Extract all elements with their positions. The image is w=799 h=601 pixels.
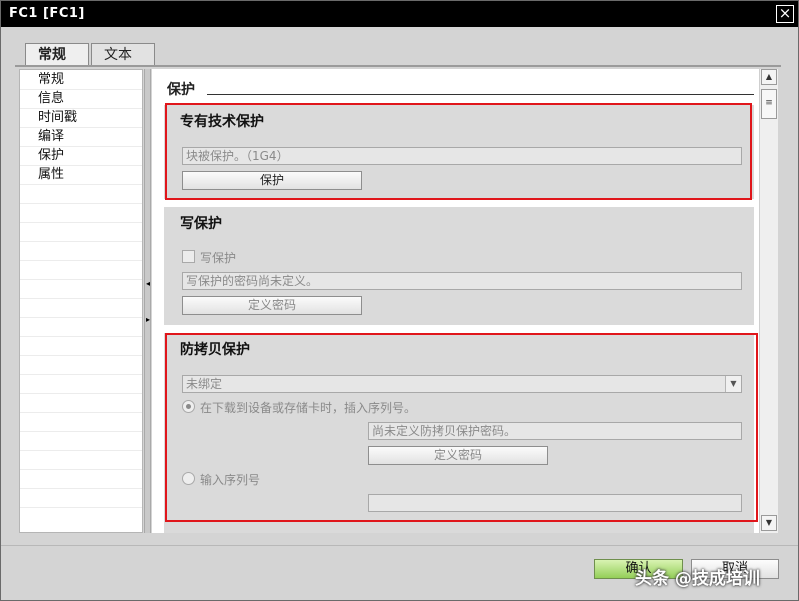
highlight-copy-protection [165, 333, 758, 522]
nav-item-info[interactable]: 信息 [38, 89, 64, 108]
window-title: FC1 [FC1] [9, 6, 85, 21]
nav-divider [20, 431, 142, 432]
nav-divider [20, 355, 142, 356]
nav-divider [20, 469, 142, 470]
nav-divider [20, 184, 142, 185]
nav-divider [20, 260, 142, 261]
write-protection-title: 写保护 [180, 216, 222, 232]
footer-divider [1, 545, 798, 546]
collapse-left-icon[interactable]: ◂ [146, 279, 150, 289]
nav-divider [20, 298, 142, 299]
vertical-scrollbar[interactable]: ▲ ≡ ▼ [759, 69, 778, 533]
highlight-know-how [165, 103, 752, 200]
chevron-up-icon[interactable]: ▲ [761, 69, 777, 85]
nav-divider [20, 241, 142, 242]
nav-divider [20, 279, 142, 280]
write-protect-checkbox-label: 写保护 [200, 251, 237, 265]
nav-divider [20, 488, 142, 489]
expand-right-icon[interactable]: ▸ [146, 315, 150, 325]
nav-divider [20, 222, 142, 223]
section-title: 保护 [167, 82, 195, 98]
nav-item-general[interactable]: 常规 [38, 70, 64, 89]
close-button[interactable]: × [776, 5, 794, 23]
nav-divider [20, 317, 142, 318]
tab-text[interactable]: 文本 [91, 43, 155, 67]
nav-divider [20, 336, 142, 337]
title-bar: FC1 [FC1] × [1, 1, 798, 27]
nav-divider [20, 374, 142, 375]
nav-divider [20, 450, 142, 451]
nav-panel: 常规 信息 时间戳 编译 保护 属性 [19, 69, 143, 533]
nav-divider [20, 507, 142, 508]
nav-item-timestamp[interactable]: 时间戳 [38, 108, 77, 127]
nav-item-compile[interactable]: 编译 [38, 127, 64, 146]
nav-divider [20, 203, 142, 204]
properties-dialog: FC1 [FC1] × 常规 文本 常规 信息 时间戳 编译 保护 属性 ◂ ▸… [0, 0, 799, 601]
scroll-thumb[interactable]: ≡ [761, 89, 777, 119]
write-protect-checkbox[interactable] [182, 250, 195, 263]
write-define-password-button[interactable]: 定义密码 [182, 296, 362, 315]
panel-splitter[interactable]: ◂ ▸ [144, 69, 151, 533]
nav-divider [20, 412, 142, 413]
close-icon: × [778, 4, 792, 22]
chevron-down-icon[interactable]: ▼ [761, 515, 777, 531]
tab-general[interactable]: 常规 [25, 43, 89, 67]
watermark: 头条 @技成培训 [635, 569, 760, 589]
section-title-rule [207, 94, 754, 95]
nav-item-attributes[interactable]: 属性 [38, 165, 64, 184]
tab-divider [15, 65, 781, 67]
nav-divider [20, 393, 142, 394]
write-protection-group: 写保护 写保护 写保护的密码尚未定义。 定义密码 [164, 207, 754, 325]
nav-item-protection[interactable]: 保护 [38, 146, 64, 165]
write-protect-status-field: 写保护的密码尚未定义。 [182, 272, 742, 290]
